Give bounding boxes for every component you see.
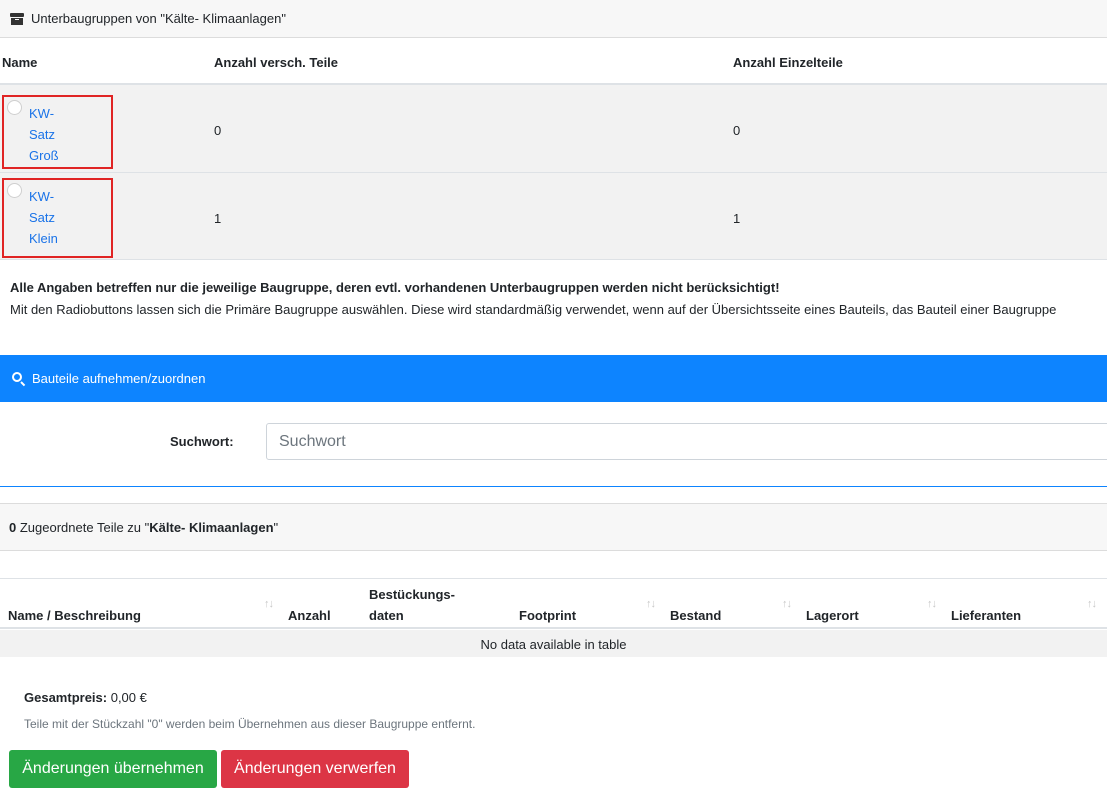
column-header-name-description[interactable]: Name / Beschreibung	[8, 605, 141, 626]
sort-arrows-icon[interactable]: ↑↓	[782, 598, 792, 610]
column-header-quantity[interactable]: Anzahl	[288, 605, 331, 626]
column-header-name: Name	[2, 55, 38, 70]
assigned-text-end: "	[273, 519, 279, 535]
column-header-footprint[interactable]: Footprint	[519, 605, 576, 626]
apply-changes-button[interactable]: Änderungen übernehmen	[9, 750, 217, 788]
total-price-label: Gesamtpreis:	[24, 690, 108, 705]
single-parts-count: 0	[733, 123, 741, 138]
distinct-parts-count: 0	[214, 123, 222, 138]
search-panel-title: Bauteile aufnehmen/zuordnen	[32, 371, 206, 386]
primary-group-radio[interactable]	[7, 100, 22, 115]
primary-group-radio[interactable]	[7, 183, 22, 198]
total-price: Gesamtpreis: 0,00 €	[24, 690, 147, 705]
assigned-group-name: Kälte- Klimaanlagen	[149, 519, 274, 535]
distinct-parts-count: 1	[214, 211, 222, 226]
subgroups-note-bold: Alle Angaben betreffen nur die jeweilige…	[10, 280, 780, 295]
zero-quantity-hint: Teile mit der Stückzahl "0" werden beim …	[24, 717, 476, 731]
subgroup-row: KW- Satz Klein 1 1	[0, 173, 1107, 260]
subgroups-table-header: Name Anzahl versch. Teile Anzahl Einzelt…	[0, 38, 1107, 85]
column-header-storage-location[interactable]: Lagerort	[806, 605, 859, 626]
subassembly-editor-page: Unterbaugruppen von "Kälte- Klimaanlagen…	[0, 0, 1107, 805]
divider	[0, 486, 1107, 487]
subgroups-note-text: Mit den Radiobuttons lassen sich die Pri…	[10, 302, 1057, 317]
search-panel-header: Bauteile aufnehmen/zuordnen	[0, 355, 1107, 402]
subgroup-row: KW- Satz Groß 0 0	[0, 85, 1107, 173]
empty-table-message: No data available in table	[0, 630, 1107, 657]
sort-arrows-icon[interactable]: ↑↓	[927, 598, 937, 610]
sort-arrows-icon[interactable]: ↑↓	[1087, 598, 1097, 610]
archive-box-icon	[10, 12, 24, 25]
column-header-single-parts: Anzahl Einzelteile	[733, 55, 843, 70]
column-header-suppliers[interactable]: Lieferanten	[951, 605, 1021, 626]
discard-changes-button[interactable]: Änderungen verwerfen	[221, 750, 409, 788]
sort-arrows-icon[interactable]: ↑↓	[646, 598, 656, 610]
assigned-count: 0	[9, 519, 17, 535]
subgroup-name-cell: KW- Satz Groß	[2, 95, 113, 169]
subgroup-name-link[interactable]: KW- Satz Klein	[29, 186, 69, 249]
subgroups-panel-header: Unterbaugruppen von "Kälte- Klimaanlagen…	[0, 0, 1107, 38]
subgroups-panel-title: Unterbaugruppen von "Kälte- Klimaanlagen…	[31, 11, 286, 26]
subgroup-name-cell: KW- Satz Klein	[2, 178, 113, 258]
search-icon	[12, 371, 26, 386]
assigned-text: Zugeordnete Teile zu "	[19, 519, 150, 535]
parts-table-header: Name / Beschreibung ↑↓ Anzahl Bestückung…	[0, 578, 1107, 629]
column-header-distinct-parts: Anzahl versch. Teile	[214, 55, 339, 70]
search-input[interactable]	[266, 423, 1107, 460]
sort-arrows-icon[interactable]: ↑↓	[264, 598, 274, 610]
search-label: Suchwort:	[170, 434, 234, 449]
column-header-stock[interactable]: Bestand	[670, 605, 721, 626]
single-parts-count: 1	[733, 211, 741, 226]
column-header-assembly-data[interactable]: Bestückungs- daten	[369, 584, 455, 626]
assigned-parts-header: 0 Zugeordnete Teile zu " Kälte- Klimaanla…	[0, 503, 1107, 551]
total-price-value: 0,00 €	[110, 690, 147, 705]
subgroup-name-link[interactable]: KW- Satz Groß	[29, 103, 69, 166]
